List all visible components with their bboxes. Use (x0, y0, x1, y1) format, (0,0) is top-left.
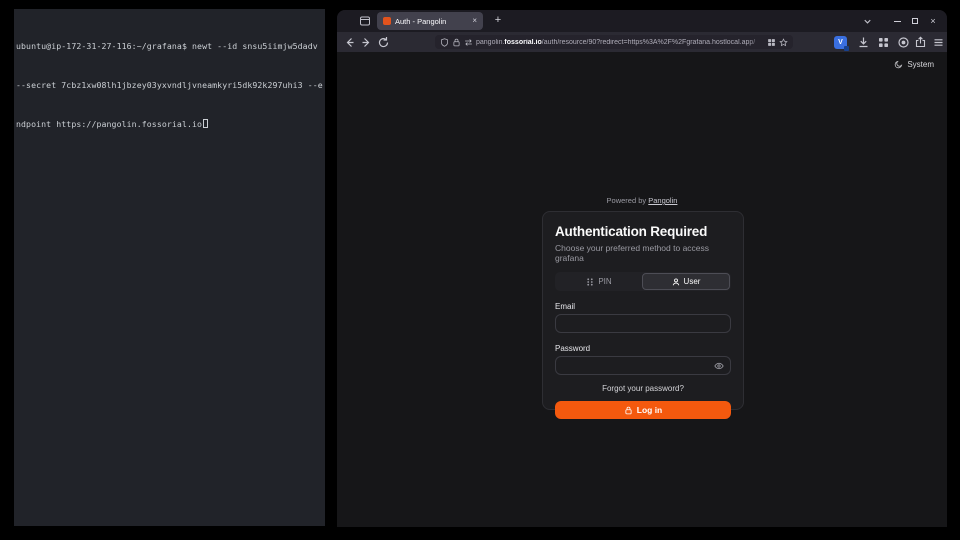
terminal-window[interactable]: ubuntu@ip-172-31-27-116:~/grafana$ newt … (14, 9, 325, 526)
card-title: Authentication Required (555, 224, 731, 239)
window-maximize-button[interactable] (908, 14, 922, 28)
eye-icon[interactable] (714, 361, 724, 371)
tracking-shield-icon[interactable] (440, 38, 449, 47)
back-button[interactable] (343, 36, 356, 49)
user-icon (672, 278, 680, 286)
browser-toolbar: pangolin.fossorial.io/auth/resource/90?r… (337, 32, 947, 52)
download-icon[interactable] (857, 36, 870, 49)
menu-hamburger-icon[interactable] (932, 36, 945, 49)
url-text: pangolin.fossorial.io/auth/resource/90?r… (476, 39, 764, 46)
list-tabs-chevron-icon[interactable] (862, 16, 873, 27)
terminal-line: ubuntu@ip-172-31-27-116:~/grafana$ newt … (16, 40, 324, 53)
tab-user[interactable]: User (642, 273, 730, 290)
email-field-wrap (555, 314, 731, 333)
auth-page: System Powered by Pangolin Authenticatio… (337, 52, 947, 527)
forgot-password-link[interactable]: Forgot your password? (555, 384, 731, 393)
password-label: Password (555, 344, 731, 353)
tab-pin[interactable]: PIN (556, 273, 642, 290)
container-grid-icon[interactable] (767, 38, 776, 47)
login-button[interactable]: Log in (555, 401, 731, 419)
forward-button[interactable] (360, 36, 373, 49)
tab-close-icon[interactable]: × (472, 17, 477, 25)
extensions-grid-icon[interactable] (877, 36, 890, 49)
pangolin-link[interactable]: Pangolin (648, 196, 677, 205)
new-tab-button[interactable]: + (490, 13, 506, 29)
tab-auth-pangolin[interactable]: Auth - Pangolin × (377, 12, 483, 30)
tab-user-label: User (684, 277, 701, 286)
extension-badge (844, 46, 849, 51)
password-field[interactable] (562, 361, 714, 370)
powered-by: Powered by Pangolin (337, 196, 947, 205)
terminal-line: --secret 7cbz1xw08lh1jbzey03yxvndljvneam… (16, 79, 324, 92)
keypad-icon (586, 278, 594, 286)
url-bar[interactable]: pangolin.fossorial.io/auth/resource/90?r… (435, 35, 793, 49)
theme-toggle-button[interactable]: System (894, 60, 934, 69)
theme-label: System (907, 60, 934, 69)
terminal-line: ndpoint https://pangolin.fossorial.io (16, 118, 324, 131)
window-minimize-button[interactable] (890, 14, 904, 28)
bookmark-star-icon[interactable] (779, 38, 788, 47)
auth-method-tabs: PIN User (555, 272, 731, 291)
email-field[interactable] (562, 319, 724, 328)
terminal-cursor (203, 119, 208, 128)
firefox-view-icon[interactable] (359, 15, 371, 27)
password-extension-icon[interactable]: V (834, 36, 847, 49)
tab-strip: Auth - Pangolin × + × (337, 10, 947, 32)
browser-window: Auth - Pangolin × + × (337, 10, 947, 527)
lock-icon[interactable] (452, 38, 461, 47)
auth-card: Authentication Required Choose your pref… (542, 211, 744, 410)
pangolin-favicon-icon (383, 17, 391, 25)
tab-title: Auth - Pangolin (395, 17, 468, 26)
share-icon[interactable] (914, 36, 927, 49)
redirect-arrows-icon[interactable] (464, 38, 473, 47)
card-subtitle: Choose your preferred method to access g… (555, 243, 731, 263)
login-lock-icon (624, 406, 633, 415)
password-field-wrap (555, 356, 731, 375)
email-label: Email (555, 302, 731, 311)
window-close-button[interactable]: × (926, 14, 940, 28)
adblock-circle-icon[interactable] (897, 36, 910, 49)
moon-icon (894, 60, 903, 69)
reload-button[interactable] (377, 36, 390, 49)
login-button-label: Log in (637, 405, 663, 415)
tab-pin-label: PIN (598, 277, 611, 286)
